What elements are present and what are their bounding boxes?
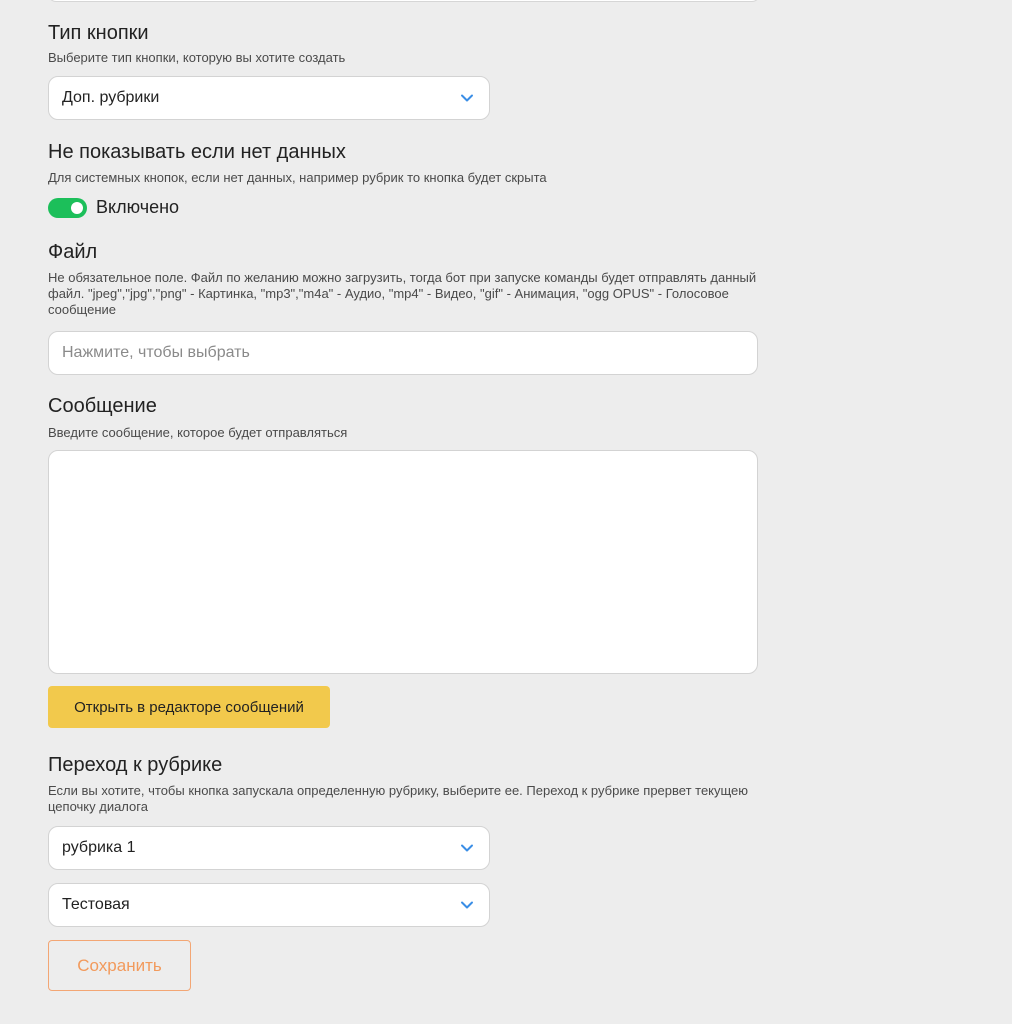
message-description: Введите сообщение, которое будет отправл… [48,425,348,440]
chevron-down-icon [461,844,473,852]
rubric-jump-description-line-1: Если вы хотите, чтобы кнопка запускала о… [48,783,749,798]
button-type-selected-value: Доп. рубрики [62,89,160,106]
previous-field-edge[interactable] [48,0,760,2]
hide-if-empty-toggle[interactable] [48,197,87,218]
rubric-select-2-value: Тестовая [62,896,130,913]
hide-if-empty-description: Для системных кнопок, если нет данных, н… [48,170,547,185]
hide-if-empty-toggle-row: Включено [48,197,179,218]
chevron-down-icon [461,94,473,102]
rubric-select-2[interactable]: Тестовая [48,883,490,927]
file-title: Файл [48,241,98,263]
open-message-editor-button[interactable]: Открыть в редакторе сообщений [48,686,330,728]
rubric-jump-title: Переход к рубрике [48,754,223,776]
rubric-select-1-value: рубрика 1 [62,839,136,856]
file-description-line-1: Не обязательное поле. Файл по желанию мо… [48,270,757,285]
button-type-select[interactable]: Доп. рубрики [48,76,490,120]
file-description-line-3: сообщение [48,302,117,317]
file-description-line-2: файл. "jpeg","jpg","png" - Картинка, "mp… [48,286,729,301]
button-type-description: Выберите тип кнопки, которую вы хотите с… [48,50,346,65]
button-type-title: Тип кнопки [48,22,149,44]
toggle-label: Включено [96,197,180,217]
button-settings-form: Тип кнопки Выберите тип кнопки, которую … [0,0,1012,1024]
hide-if-empty-title: Не показывать если нет данных [48,141,346,163]
save-button[interactable]: Сохранить [48,940,191,991]
file-picker-input[interactable] [48,331,758,375]
message-title: Сообщение [48,395,157,417]
chevron-down-icon [461,901,473,909]
toggle-knob [71,201,83,214]
rubric-jump-description-line-2: цепочку диалога [48,799,148,814]
message-textarea[interactable] [48,450,758,674]
rubric-select-1[interactable]: рубрика 1 [48,826,490,870]
